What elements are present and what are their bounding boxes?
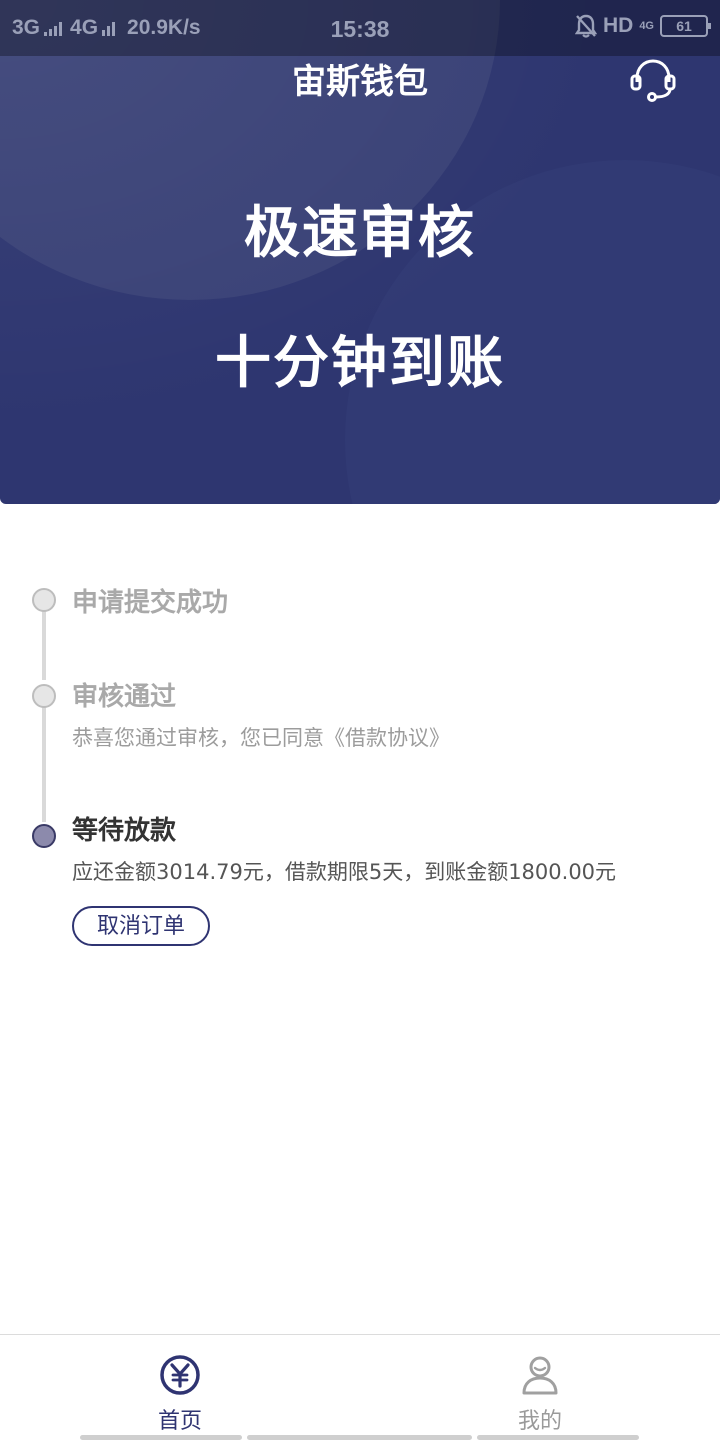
gesture-bar-segment (477, 1435, 639, 1440)
network-type-3: 4G (639, 20, 654, 32)
bottom-navigation: 首页 我的 (0, 1334, 720, 1440)
nav-label-home: 首页 (157, 1409, 202, 1434)
step-title: 申请提交成功 (72, 588, 229, 618)
yuan-coin-icon (160, 1355, 200, 1395)
gesture-bar (0, 1433, 720, 1440)
user-icon (522, 1356, 558, 1395)
timeline-connector (42, 706, 46, 822)
nav-item-home[interactable]: 首页 (0, 1335, 360, 1440)
cancel-order-button[interactable]: 取消订单 (72, 906, 210, 946)
hd-indicator: HD (602, 14, 634, 37)
gesture-bar-segment (247, 1435, 472, 1440)
step-dot (32, 588, 56, 612)
customer-service-button[interactable] (628, 54, 678, 104)
loan-status-screen: 极速审核 十分钟到账 3G 4G 20.9K/s 15:38 HD 4G 61 (0, 0, 720, 1440)
step-title: 审核通过 (72, 682, 177, 712)
headset-icon (630, 59, 676, 102)
gesture-bar-segment (80, 1435, 242, 1440)
step-description-current: 应还金额3014.79元，借款期限5天，到账金额1800.00元 (72, 860, 617, 884)
step-title-current: 等待放款 (72, 816, 177, 846)
step-dot (32, 684, 56, 708)
hero-slogan-secondary: 十分钟到账 (215, 331, 505, 396)
nav-label-mine: 我的 (517, 1409, 562, 1434)
page-title: 宙斯钱包 (292, 62, 428, 102)
status-bar: 3G 4G 20.9K/s 15:38 HD 4G 61 (0, 0, 720, 56)
bell-muted-icon (574, 14, 597, 38)
battery-icon: 61 (660, 15, 711, 37)
hero-slogan-primary: 极速审核 (244, 201, 476, 266)
step-dot-current (32, 824, 56, 848)
status-indicators: HD 4G 61 (574, 14, 711, 38)
timeline-connector (42, 604, 46, 680)
step-description: 恭喜您通过审核，您已同意《借款协议》 (72, 726, 450, 750)
nav-item-mine[interactable]: 我的 (360, 1335, 720, 1440)
